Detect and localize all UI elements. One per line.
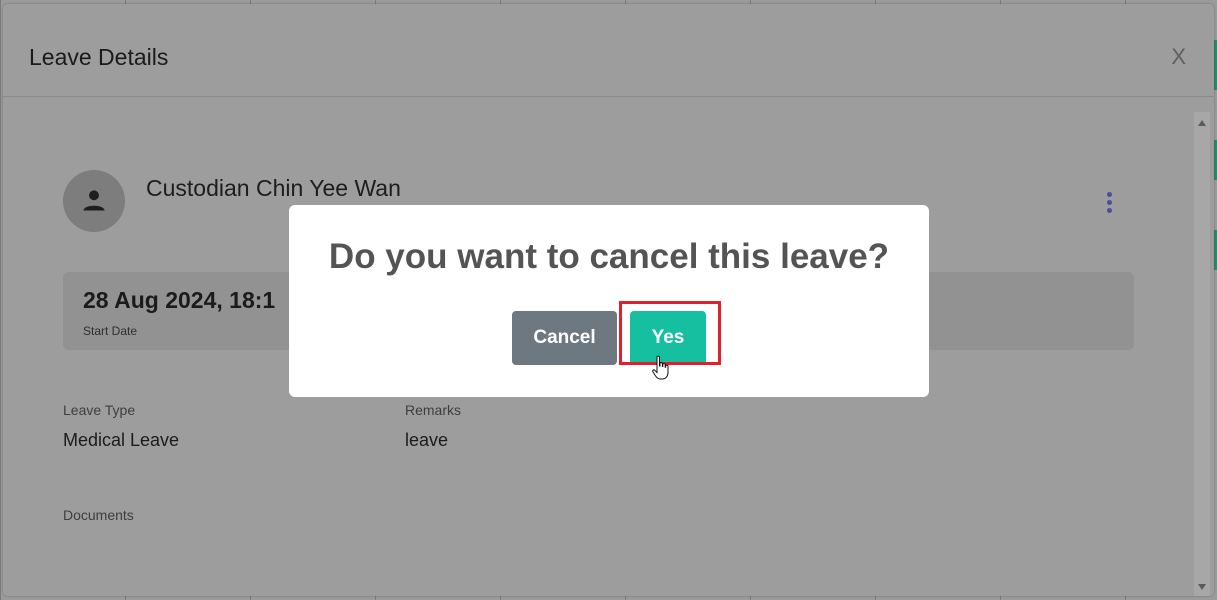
leave-type-value: Medical Leave bbox=[63, 430, 180, 450]
leave-type-label: Leave Type bbox=[63, 402, 136, 418]
start-date-value: 28 Aug 2024, 18:1 bbox=[83, 287, 276, 313]
person-icon bbox=[83, 190, 105, 211]
scrollbar[interactable] bbox=[1194, 112, 1210, 596]
remarks-value: leave bbox=[405, 430, 449, 450]
yes-button[interactable]: Yes bbox=[630, 311, 706, 365]
cancel-button[interactable]: Cancel bbox=[512, 311, 617, 365]
confirm-dialog: Do you want to cancel this leave? Cancel… bbox=[289, 205, 929, 397]
confirm-question: Do you want to cancel this leave? bbox=[328, 237, 890, 276]
start-date-label: Start Date bbox=[83, 324, 138, 338]
scroll-up-icon[interactable] bbox=[1198, 120, 1206, 126]
close-button[interactable]: X bbox=[1171, 44, 1186, 70]
scroll-down-icon[interactable] bbox=[1198, 584, 1206, 590]
avatar bbox=[63, 170, 125, 232]
remarks-label: Remarks bbox=[405, 402, 462, 418]
employee-name: Custodian Chin Yee Wan bbox=[146, 175, 401, 201]
documents-label: Documents bbox=[63, 507, 134, 523]
modal-header: Leave Details X bbox=[3, 4, 1214, 97]
modal-title: Leave Details bbox=[29, 44, 169, 70]
more-vertical-icon[interactable] bbox=[1104, 192, 1114, 216]
